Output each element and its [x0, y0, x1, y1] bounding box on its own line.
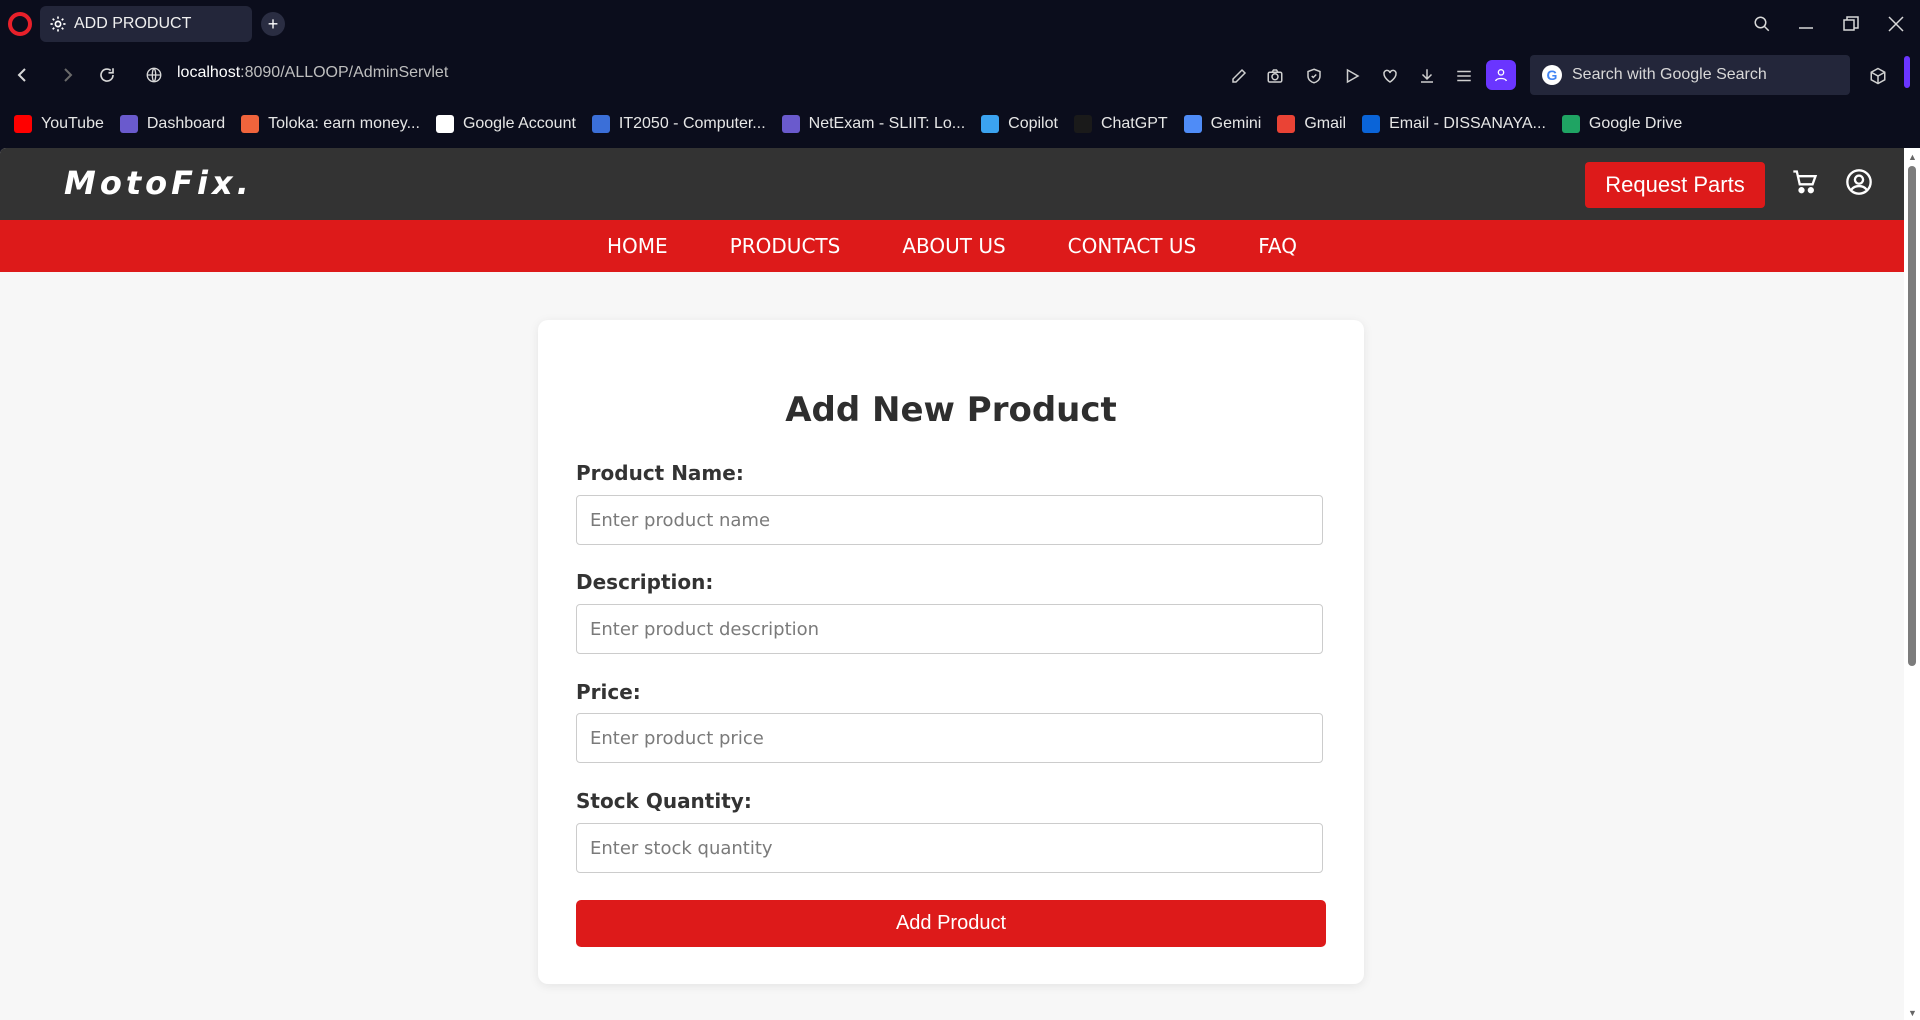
sidebar-accent: [1904, 56, 1910, 88]
bookmark-label: Google Drive: [1588, 115, 1683, 132]
chatgpt-icon: [1073, 115, 1092, 133]
bookmark-label: Toloka: earn money...: [268, 115, 420, 132]
nav-item-home[interactable]: HOME: [607, 234, 668, 258]
description-label: Description:: [576, 570, 714, 594]
cart-icon[interactable]: [1789, 166, 1821, 198]
new-tab-button[interactable]: +: [261, 12, 285, 36]
stock-quantity-input[interactable]: [576, 823, 1323, 873]
nav-item-faq[interactable]: FAQ: [1258, 234, 1297, 258]
bookmark-label: NetExam - SLIIT: Lo...: [808, 115, 966, 132]
nav-item-about-us[interactable]: ABOUT US: [902, 234, 1005, 258]
bookmark-item[interactable]: Gmail: [1277, 115, 1346, 133]
extensions-icon[interactable]: [1866, 64, 1890, 88]
address-bar: localhost:8090/ALLOOP/AdminServlet G Sea…: [0, 52, 1920, 98]
easy-setup-icon[interactable]: [1452, 64, 1476, 88]
outlook-icon: [1362, 115, 1381, 133]
google-icon: [435, 115, 454, 133]
url-text[interactable]: localhost:8090/ALLOOP/AdminServlet: [177, 64, 448, 82]
reload-icon[interactable]: [94, 62, 120, 88]
download-icon[interactable]: [1415, 64, 1439, 88]
page-scrollbar[interactable]: ▲ ▼: [1904, 148, 1920, 1020]
bookmark-item[interactable]: Toloka: earn money...: [241, 115, 420, 133]
bookmark-label: Email - DISSANAYA...: [1389, 115, 1546, 132]
opera-logo-icon[interactable]: [8, 12, 32, 36]
search-placeholder: Search with Google Search: [1572, 66, 1767, 83]
gemini-icon: [1183, 115, 1202, 133]
google-icon: G: [1542, 65, 1562, 85]
add-product-card: Add New Product Product Name: Descriptio…: [538, 320, 1364, 984]
minimize-icon[interactable]: [1792, 10, 1820, 38]
site-header: MotoFix. Request Parts: [0, 148, 1904, 220]
bookmark-label: Dashboard: [146, 115, 226, 132]
google-drive-icon: [1561, 115, 1580, 133]
site-info-icon[interactable]: [141, 62, 167, 88]
bookmark-label: ChatGPT: [1100, 115, 1168, 132]
bookmark-label: Gemini: [1210, 115, 1262, 132]
profile-icon[interactable]: [1486, 60, 1516, 90]
main-nav: HOME PRODUCTS ABOUT US CONTACT US FAQ: [0, 220, 1904, 272]
add-product-button[interactable]: Add Product: [576, 900, 1326, 947]
close-icon[interactable]: [1882, 10, 1910, 38]
search-input[interactable]: G Search with Google Search: [1530, 55, 1850, 95]
it2050-icon: [591, 115, 610, 133]
bookmarks-bar: YouTube Dashboard Toloka: earn money... Goo…: [0, 104, 1920, 144]
copilot-icon: [981, 115, 1000, 133]
forward-icon[interactable]: [54, 62, 80, 88]
gear-icon: [48, 14, 68, 34]
bookmark-item[interactable]: ChatGPT: [1073, 115, 1168, 133]
brand-logo[interactable]: MotoFix.: [64, 164, 253, 202]
bookmark-item[interactable]: Dashboard: [119, 115, 226, 133]
scroll-up-icon[interactable]: ▲: [1908, 152, 1917, 162]
toloka-icon: [241, 115, 260, 133]
edit-icon[interactable]: [1227, 64, 1251, 88]
search-tabs-icon[interactable]: [1748, 10, 1776, 38]
bookmark-item[interactable]: Email - DISSANAYA...: [1362, 115, 1546, 133]
bookmark-label: Google Account: [462, 115, 576, 132]
page-viewport: MotoFix. Request Parts HOME PRODUCTS ABOUT…: [0, 148, 1904, 1020]
account-icon[interactable]: [1843, 166, 1875, 198]
gmail-icon: [1277, 115, 1296, 133]
bookmark-label: IT2050 - Computer...: [618, 115, 766, 132]
url-host: localhost: [177, 64, 241, 81]
bookmark-item[interactable]: IT2050 - Computer...: [591, 115, 766, 133]
stock-quantity-label: Stock Quantity:: [576, 789, 752, 813]
player-icon[interactable]: [1340, 64, 1364, 88]
url-path: :8090/ALLOOP/AdminServlet: [240, 64, 449, 81]
youtube-icon: [14, 115, 32, 133]
bookmark-item[interactable]: Google Drive: [1561, 115, 1683, 133]
nav-item-contact-us[interactable]: CONTACT US: [1068, 234, 1197, 258]
scroll-down-icon[interactable]: ▼: [1908, 1008, 1917, 1018]
bookmark-item[interactable]: Copilot: [981, 115, 1058, 133]
bookmark-item[interactable]: YouTube: [14, 115, 104, 133]
shield-icon[interactable]: [1302, 64, 1326, 88]
request-parts-button[interactable]: Request Parts: [1585, 162, 1765, 208]
scrollbar-thumb[interactable]: [1908, 166, 1916, 666]
nav-item-products[interactable]: PRODUCTS: [730, 234, 841, 258]
netexam-icon: [781, 115, 800, 133]
bookmark-label: Gmail: [1304, 115, 1347, 132]
price-input[interactable]: [576, 713, 1323, 763]
bookmark-item[interactable]: Gemini: [1183, 115, 1262, 133]
heart-icon[interactable]: [1378, 64, 1402, 88]
tab-title: ADD PRODUCT: [74, 15, 192, 32]
browser-titlebar: ADD PRODUCT +: [0, 0, 1920, 48]
camera-icon[interactable]: [1263, 64, 1287, 88]
browser-tab[interactable]: ADD PRODUCT: [40, 6, 252, 42]
price-label: Price:: [576, 680, 641, 704]
restore-icon[interactable]: [1837, 10, 1865, 38]
back-icon[interactable]: [10, 62, 36, 88]
bookmark-item[interactable]: NetExam - SLIIT: Lo...: [781, 115, 966, 133]
form-title: Add New Product: [785, 390, 1117, 430]
product-name-label: Product Name:: [576, 461, 744, 485]
bookmark-item[interactable]: Google Account: [435, 115, 576, 133]
bookmark-label: YouTube: [41, 115, 104, 132]
dashboard-icon: [119, 115, 138, 133]
bookmark-label: Copilot: [1008, 115, 1058, 132]
product-name-input[interactable]: [576, 495, 1323, 545]
description-input[interactable]: [576, 604, 1323, 654]
